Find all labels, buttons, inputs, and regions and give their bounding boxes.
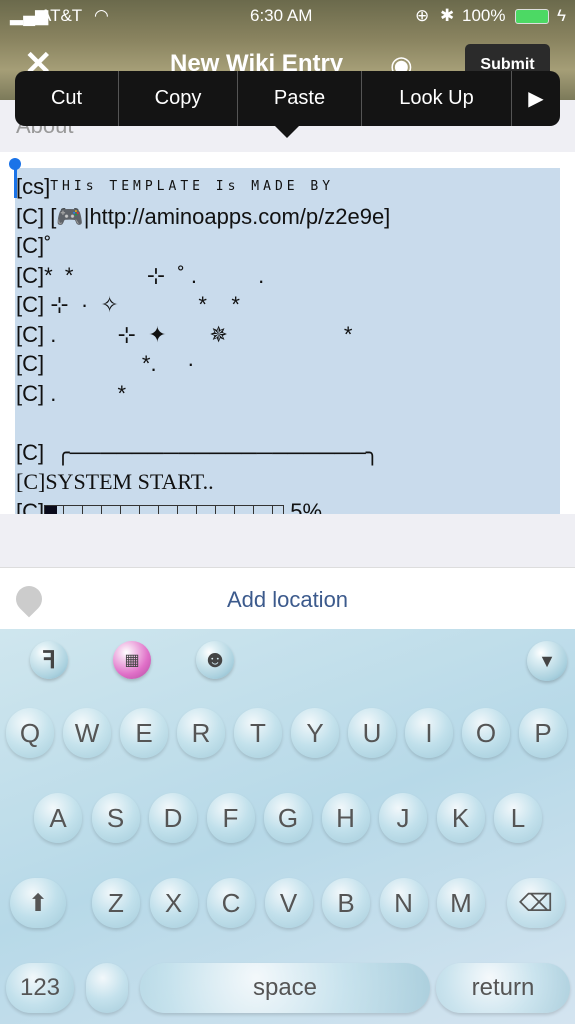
text-line: [C] ⊹ · ✧ * * xyxy=(16,292,240,317)
add-location-row[interactable]: Add location xyxy=(0,567,575,629)
key-p[interactable]: P xyxy=(519,708,567,758)
status-bar: ▂▄▆ AT&T ◠ 6:30 AM ⊕ ✱ 100% ϟ xyxy=(0,6,575,28)
menu-pointer xyxy=(274,125,300,138)
edit-menu: Cut Copy Paste Look Up ▶ xyxy=(15,71,560,126)
text-line: [C] [🎮|http://aminoapps.com/p/z2e9e] xyxy=(16,203,391,229)
key-a[interactable]: A xyxy=(34,793,82,843)
key-v[interactable]: V xyxy=(264,878,313,928)
key-y[interactable]: Y xyxy=(291,708,339,758)
rotation-lock-icon: ⊕ xyxy=(415,6,430,25)
key-r[interactable]: R xyxy=(177,708,225,758)
line-prefix: [cs] xyxy=(16,174,51,199)
text-line: ​ xyxy=(16,408,390,438)
key-f[interactable]: F xyxy=(206,793,255,843)
key-e[interactable]: E xyxy=(120,708,168,758)
progress-line: [C] 5% xyxy=(16,497,390,515)
bluetooth-icon: ✱ xyxy=(440,6,455,25)
key-s[interactable]: S xyxy=(91,793,140,843)
key-l[interactable]: L xyxy=(494,793,542,843)
editor-text: [cs]THIs TEMPLATE Is MADE BY [C] [🎮|http:… xyxy=(16,172,390,514)
menu-cut[interactable]: Cut xyxy=(15,71,119,126)
key-q[interactable]: Q xyxy=(6,708,54,758)
clock: 6:30 AM xyxy=(250,6,313,25)
key-i[interactable]: I xyxy=(405,708,453,758)
text-line: [C]˚ xyxy=(16,233,52,258)
key-o[interactable]: O xyxy=(462,708,510,758)
progress-text: 5% xyxy=(290,498,323,515)
content-editor[interactable]: [cs]THIs TEMPLATE Is MADE BY [C] [🎮|http:… xyxy=(0,152,575,514)
key-z[interactable]: Z xyxy=(92,878,140,928)
key-b[interactable]: B xyxy=(322,878,370,928)
line-prefix: [C] xyxy=(16,498,45,515)
numbers-key[interactable]: 123 xyxy=(6,963,74,1013)
menu-paste[interactable]: Paste xyxy=(238,71,362,126)
key-d[interactable]: D xyxy=(149,793,197,843)
key-c[interactable]: C xyxy=(207,878,255,928)
battery-percent: 100% xyxy=(462,6,506,25)
text-line: [C] ╭───────────────────╮ xyxy=(16,439,379,465)
key-h[interactable]: H xyxy=(321,793,370,843)
key-x[interactable]: X xyxy=(149,878,198,928)
key-w[interactable]: W xyxy=(63,708,111,758)
carrier: AT&T xyxy=(40,6,83,25)
text-line: [C] *. · xyxy=(16,351,195,376)
charging-icon: ϟ xyxy=(557,6,566,25)
space-key[interactable]: space xyxy=(140,963,430,1013)
menu-copy[interactable]: Copy xyxy=(119,71,238,126)
shift-key-icon[interactable]: ⬆ xyxy=(10,878,66,928)
return-key[interactable]: return xyxy=(436,963,570,1013)
key-u[interactable]: U xyxy=(348,708,396,758)
text-line: [C]SYSTEM START.. xyxy=(16,469,214,494)
key-j[interactable]: J xyxy=(379,793,427,843)
menu-more-arrow-icon[interactable]: ▶ xyxy=(512,71,560,126)
text-line: [C] . * xyxy=(16,380,127,406)
menu-look-up[interactable]: Look Up xyxy=(362,71,512,126)
key-t[interactable]: T xyxy=(234,708,282,758)
key-k[interactable]: K xyxy=(436,793,485,843)
key-g[interactable]: G xyxy=(264,793,312,843)
globe-key[interactable] xyxy=(86,963,128,1013)
small-text: THIs TEMPLATE Is MADE BY xyxy=(50,179,335,194)
fleksy-logo-icon[interactable]: ꟻ xyxy=(30,641,68,679)
battery-icon xyxy=(515,9,549,24)
text-line: [C] . ⊹ ✦ ✵ * xyxy=(16,321,353,347)
extensions-icon[interactable]: ▦ xyxy=(113,641,151,679)
key-n[interactable]: N xyxy=(379,878,428,928)
progress-bar xyxy=(44,504,285,514)
keyboard: ꟻ ▦ ☻ ▼ Q W E R T Y U I O P A S D F G H J K L Z X C V B N M ⬆ ⌫ 123 s… xyxy=(0,629,575,1024)
hide-keyboard-icon[interactable]: ▼ xyxy=(527,641,567,681)
emoji-icon[interactable]: ☻ xyxy=(196,641,234,679)
add-location-label[interactable]: Add location xyxy=(0,587,575,613)
key-m[interactable]: M xyxy=(437,878,485,928)
text-line: [C]* * ⊹ ˚ . . xyxy=(16,262,265,288)
backspace-key-icon[interactable]: ⌫ xyxy=(507,878,565,928)
wifi-icon: ◠ xyxy=(94,6,109,25)
